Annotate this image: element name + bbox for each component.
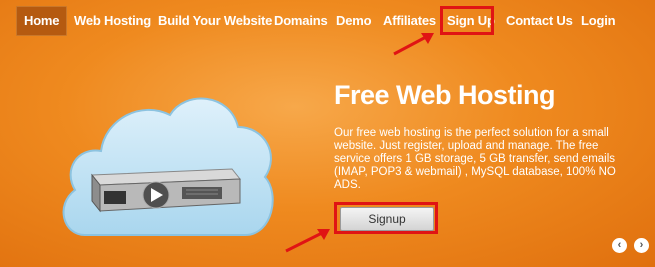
chevron-left-icon[interactable]: ‹ (612, 238, 627, 253)
chevron-right-icon[interactable]: › (634, 238, 649, 253)
hero-title: Free Web Hosting (334, 80, 556, 110)
signup-button-highlight (334, 202, 438, 234)
nav-build-your-website[interactable]: Build Your Website (158, 8, 272, 34)
main-nav: Home Web Hosting Build Your Website Doma… (0, 0, 655, 40)
nav-domains[interactable]: Domains (274, 8, 328, 34)
nav-login[interactable]: Login (581, 8, 616, 34)
arrow-to-signup-nav-icon (393, 33, 434, 56)
server-image (90, 168, 242, 213)
signup-nav-highlight (440, 6, 494, 35)
nav-home[interactable]: Home (16, 6, 68, 36)
nav-demo[interactable]: Demo (336, 8, 372, 34)
nav-web-hosting[interactable]: Web Hosting (74, 8, 151, 34)
arrow-to-signup-button-icon (285, 229, 330, 253)
nav-contact-us[interactable]: Contact Us (506, 8, 573, 34)
hero-description: Our free web hosting is the perfect solu… (334, 127, 616, 191)
